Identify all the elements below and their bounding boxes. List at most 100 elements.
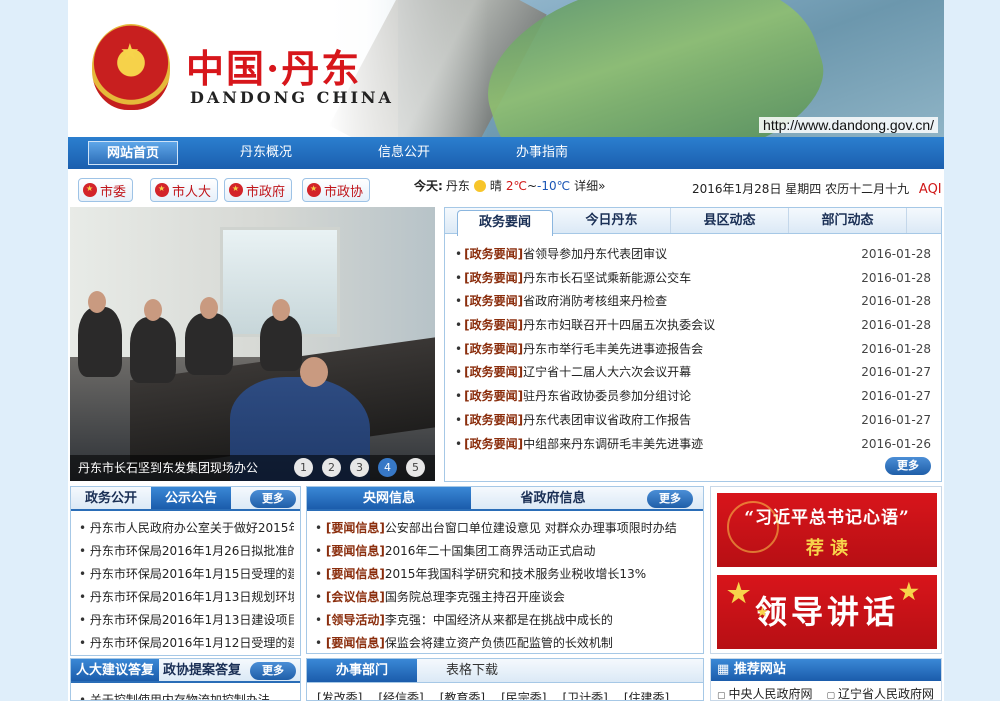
news-date: 2016-01-28 bbox=[861, 341, 931, 356]
info-title: 李克强：中国经济从来都是在挑战中成长的 bbox=[384, 613, 613, 627]
info-tag: [要闻信息] bbox=[325, 636, 385, 650]
news-title: 丹东代表团审议省政府工作报告 bbox=[523, 412, 692, 427]
gov-open-more-button[interactable]: 更多 bbox=[250, 490, 296, 508]
service-department-link[interactable]: [经信委] bbox=[378, 689, 423, 700]
list-item[interactable]: • 丹东市人民政府办公室关于做好2015年 bbox=[79, 517, 294, 540]
header-banner: 中国·丹东 DANDONG CHINA http://www.dandong.g… bbox=[68, 0, 944, 137]
list-item[interactable]: • [会议信息]国务院总理李克强主持召开座谈会 bbox=[315, 586, 697, 609]
news-item[interactable]: • [政务要闻] 驻丹东省政协委员参加分组讨论 2016-01-27 bbox=[455, 385, 931, 409]
news-item[interactable]: • [政务要闻] 中组部来丹东调研毛丰美先进事迹 2016-01-26 bbox=[455, 433, 931, 457]
list-item[interactable]: • 丹东市环保局2016年1月13日建设项目 bbox=[79, 609, 294, 632]
quick-link-label: 市政府 bbox=[246, 184, 286, 200]
list-item[interactable]: • [要闻信息]保监会将建立资产负债匹配监管的长效机制 bbox=[315, 632, 697, 653]
news-item[interactable]: • [政务要闻] 丹东市长石坚试乘新能源公交车 2016-01-28 bbox=[455, 267, 931, 291]
quick-link-label: 市政协 bbox=[324, 184, 364, 200]
central-info-panel: 央网信息 省政府信息 更多 • [要闻信息]公安部出台窗口单位建设意见 对群众办… bbox=[306, 486, 704, 654]
leader-speech-banner[interactable]: ★ ★ ★ 领导讲话 bbox=[717, 575, 937, 649]
slide-dot-5[interactable]: 5 bbox=[406, 458, 425, 477]
gov-open-panel: 政务公开 公示公告 更多 • 丹东市人民政府办公室关于做好2015年 • 丹东市环… bbox=[70, 486, 301, 656]
tab-form-download[interactable]: 表格下载 bbox=[417, 659, 527, 682]
tab-provincial-info[interactable]: 省政府信息 bbox=[471, 487, 635, 509]
xi-quotes-banner[interactable]: “习近平总书记心语” 荐 读 bbox=[717, 493, 937, 567]
service-department-link[interactable]: [发改委] bbox=[317, 689, 362, 700]
nav-overview[interactable]: 丹东概况 bbox=[216, 141, 316, 165]
sun-icon bbox=[473, 180, 486, 192]
list-item[interactable]: • 丹东市环保局2016年1月15日受理的建 bbox=[79, 563, 294, 586]
site-title-english: DANDONG CHINA bbox=[190, 88, 394, 107]
list-item[interactable]: • 丹东市环保局2016年1月12日受理的建 bbox=[79, 632, 294, 655]
news-item[interactable]: • [政务要闻] 丹东代表团审议省政府工作报告 2016-01-27 bbox=[455, 409, 931, 433]
quick-link-cppcc[interactable]: 市政协 bbox=[302, 178, 371, 202]
weather-widget: 今天: 丹东 晴 2℃ ~ -10℃ 详细» bbox=[414, 178, 605, 194]
info-title: 2016年二十国集团工商界活动正式启动 bbox=[384, 544, 596, 558]
slide-dot-1[interactable]: 1 bbox=[294, 458, 313, 477]
service-department-link[interactable]: [民宗委] bbox=[501, 689, 546, 700]
tab-today-dandong[interactable]: 今日丹东 bbox=[553, 208, 671, 233]
link-central-gov[interactable]: 中央人民政府网 bbox=[717, 685, 813, 700]
notice-title: 丹东市环保局2016年1月13日建设项目 bbox=[89, 613, 294, 627]
quick-link-government[interactable]: 市政府 bbox=[224, 178, 293, 202]
quick-link-npc[interactable]: 市人大 bbox=[150, 178, 219, 202]
service-department-link[interactable]: [教育委] bbox=[440, 689, 485, 700]
service-department-link[interactable]: [卫计委] bbox=[563, 689, 608, 700]
news-date: 2016-01-28 bbox=[861, 247, 931, 261]
weather-high: 2℃ bbox=[505, 179, 527, 193]
list-item[interactable]: • 丹东市环保局2016年1月26日拟批准的 bbox=[79, 540, 294, 563]
list-item[interactable]: • 关于控制使用内存物流加控制办法 bbox=[79, 689, 294, 700]
quick-link-label: 市委 bbox=[100, 184, 127, 200]
link-liaoning-gov[interactable]: 辽宁省人民政府网 bbox=[827, 685, 934, 700]
news-item[interactable]: • [政务要闻] 省领导参加丹东代表团审议 2016-01-28 bbox=[455, 243, 931, 267]
tab-cppcc-proposals[interactable]: 政协提案答复 bbox=[159, 659, 245, 681]
tab-department-news[interactable]: 部门动态 bbox=[789, 208, 907, 233]
news-panel: 政务要闻 今日丹东 县区动态 部门动态 • [政务要闻] 省领导参加丹东代表团审议… bbox=[444, 207, 942, 482]
tab-gov-affairs-open[interactable]: 政务公开 bbox=[71, 487, 151, 509]
aqi-link[interactable]: AQI bbox=[919, 182, 942, 197]
list-item[interactable]: • [要闻信息]2015年我国科学研究和技术服务业税收增长13% bbox=[315, 563, 697, 586]
site-title: 中国·丹东 bbox=[186, 46, 362, 91]
nav-info-open[interactable]: 信息公开 bbox=[354, 141, 454, 165]
slide-dot-3[interactable]: 3 bbox=[350, 458, 369, 477]
news-tabs: 政务要闻 今日丹东 县区动态 部门动态 bbox=[445, 208, 941, 236]
slide-dot-4[interactable]: 4 bbox=[378, 458, 397, 477]
news-item[interactable]: • [政务要闻] 省政府消防考核组来丹检查 2016-01-28 bbox=[455, 290, 931, 314]
service-panel: 办事部门 表格下载 [发改委] [经信委] [教育委] [民宗委] [卫计委] [住建委] bbox=[306, 658, 704, 701]
promo-panel: “习近平总书记心语” 荐 读 ★ ★ ★ 领导讲话 bbox=[710, 486, 942, 654]
news-item[interactable]: • [政务要闻] 丹东市举行毛丰美先进事迹报告会 2016-01-28 bbox=[455, 338, 931, 362]
news-more-button[interactable]: 更多 bbox=[885, 457, 931, 475]
list-item[interactable]: • [领导活动]李克强：中国经济从来都是在挑战中成长的 bbox=[315, 609, 697, 632]
proposal-panel: 人大建议答复 政协提案答复 更多 • 关于控制使用内存物流加控制办法 bbox=[70, 658, 301, 701]
news-item[interactable]: • [政务要闻] 辽宁省十二届人大六次会议开幕 2016-01-27 bbox=[455, 361, 931, 385]
nav-service-guide[interactable]: 办事指南 bbox=[492, 141, 592, 165]
tab-public-notices[interactable]: 公示公告 bbox=[151, 487, 231, 509]
notice-title: 丹东市环保局2016年1月12日受理的建 bbox=[89, 636, 294, 650]
emblem-icon bbox=[229, 183, 243, 197]
weather-label: 今天: bbox=[414, 179, 443, 193]
weather-detail-link[interactable]: 详细» bbox=[574, 178, 605, 194]
proposal-more-button[interactable]: 更多 bbox=[250, 662, 296, 680]
service-department-link[interactable]: [住建委] bbox=[624, 689, 669, 700]
nav-home[interactable]: 网站首页 bbox=[88, 141, 178, 165]
tab-county-news[interactable]: 县区动态 bbox=[671, 208, 789, 233]
list-item[interactable]: • [要闻信息]2016年二十国集团工商界活动正式启动 bbox=[315, 540, 697, 563]
photo-slideshow[interactable]: 丹东市长石坚到东发集团现场办公 1 2 3 4 5 bbox=[70, 207, 435, 481]
news-tag: [政务要闻] bbox=[464, 389, 524, 404]
grid-icon: ▦ bbox=[717, 662, 734, 677]
slide-dot-2[interactable]: 2 bbox=[322, 458, 341, 477]
tab-gov-news[interactable]: 政务要闻 bbox=[457, 210, 553, 236]
central-info-more-button[interactable]: 更多 bbox=[647, 490, 693, 508]
service-department-list: [发改委] [经信委] [教育委] [民宗委] [卫计委] [住建委] bbox=[307, 683, 703, 700]
tab-service-departments[interactable]: 办事部门 bbox=[307, 659, 417, 682]
list-item[interactable]: • [要闻信息]公安部出台窗口单位建设意见 对群众办理事项限时办结 bbox=[315, 517, 697, 540]
tab-npc-suggestions[interactable]: 人大建议答复 bbox=[71, 659, 159, 681]
star-icon: ★ bbox=[727, 579, 751, 609]
recommended-sites-panel: ▦ 推荐网站 中央人民政府网 辽宁省人民政府网 bbox=[710, 658, 942, 701]
news-date: 2016-01-27 bbox=[861, 389, 931, 404]
main-nav: 网站首页 丹东概况 信息公开 办事指南 bbox=[68, 137, 944, 169]
tab-central-gov-info[interactable]: 央网信息 bbox=[307, 487, 471, 509]
list-item[interactable]: • 丹东市环保局2016年1月13日规划环境 bbox=[79, 586, 294, 609]
weather-city: 丹东 bbox=[445, 179, 470, 193]
news-item[interactable]: • [政务要闻] 丹东市妇联召开十四届五次执委会议 2016-01-28 bbox=[455, 314, 931, 338]
quick-link-party-committee[interactable]: 市委 bbox=[78, 178, 134, 202]
current-date: 2016年1月28日 星期四 农历十二月十九 bbox=[692, 182, 910, 196]
recommended-links: 中央人民政府网 辽宁省人民政府网 bbox=[717, 685, 935, 700]
